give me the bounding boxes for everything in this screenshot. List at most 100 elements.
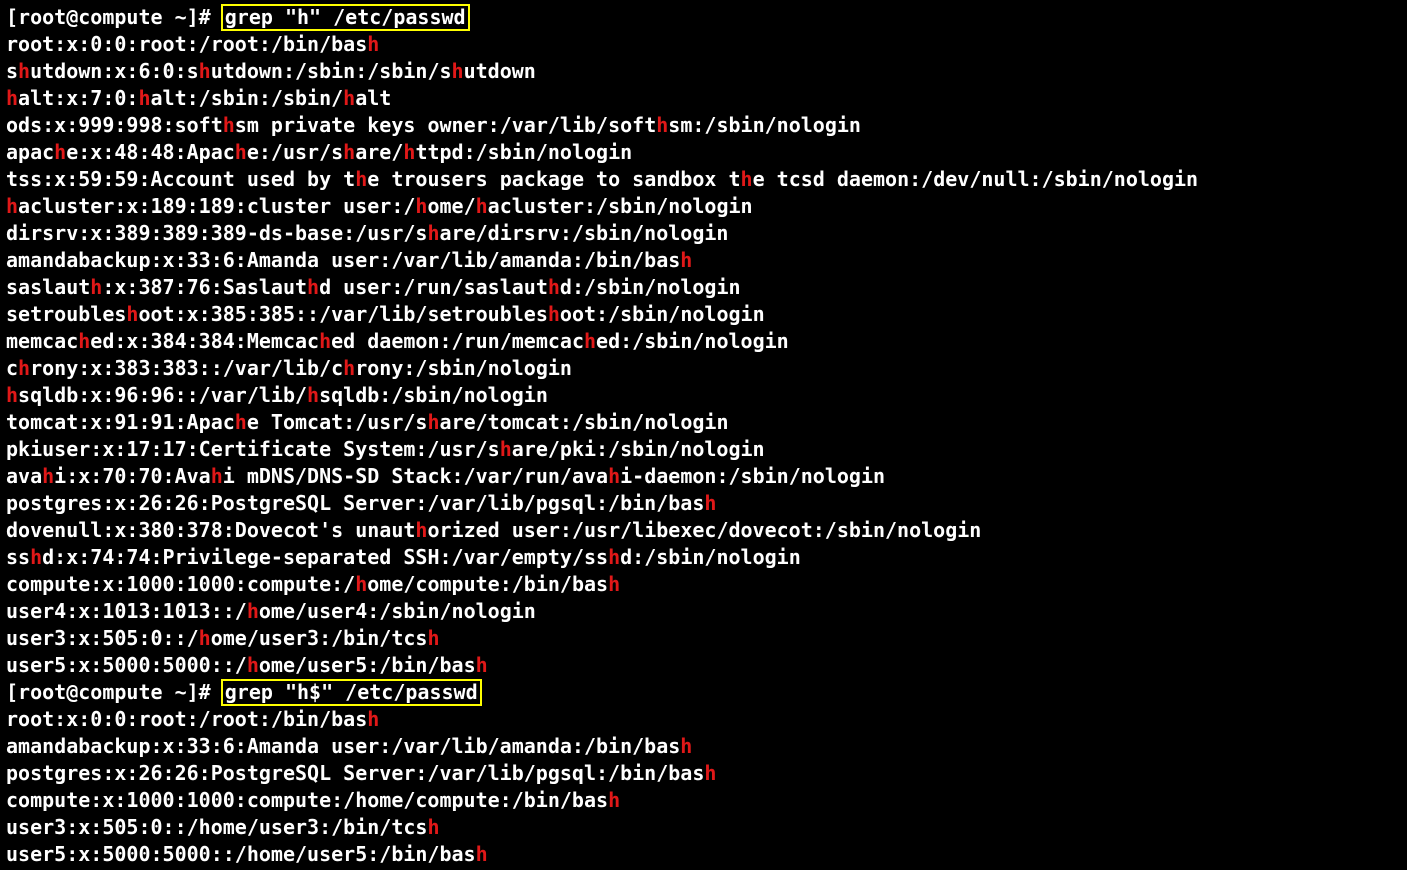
output-line: apache:x:48:48:Apache:/usr/share/httpd:/… xyxy=(6,139,1401,166)
output-text: d:/sbin/nologin xyxy=(620,545,801,569)
output-line: user4:x:1013:1013::/home/user4:/sbin/nol… xyxy=(6,598,1401,625)
grep-match: h xyxy=(608,788,620,812)
output-text: ods:x:999:998:soft xyxy=(6,113,223,137)
output-text: are/tomcat:/sbin/nologin xyxy=(440,410,729,434)
output-text: memcac xyxy=(6,329,78,353)
grep-match: h xyxy=(343,140,355,164)
grep-match: h xyxy=(476,653,488,677)
output-text: ed:x:384:384:Memcac xyxy=(90,329,319,353)
output-text: root:x:0:0:root:/root:/bin/bas xyxy=(6,32,367,56)
output-text: tss:x:59:59:Account used by t xyxy=(6,167,355,191)
output-text: alt:/sbin:/sbin/ xyxy=(151,86,344,110)
output-text: utdown:x:6:0:s xyxy=(30,59,199,83)
grep-match: h xyxy=(548,302,560,326)
output-text: alt xyxy=(355,86,391,110)
grep-match: h xyxy=(427,221,439,245)
grep-match: h xyxy=(741,167,753,191)
output-text: amandabackup:x:33:6:Amanda user:/var/lib… xyxy=(6,248,680,272)
output-line: amandabackup:x:33:6:Amanda user:/var/lib… xyxy=(6,733,1401,760)
grep-match: h xyxy=(500,437,512,461)
grep-match: h xyxy=(427,626,439,650)
output-text: orized user:/usr/libexec/dovecot:/sbin/n… xyxy=(427,518,981,542)
grep-match: h xyxy=(343,86,355,110)
output-text: user5:x:5000:5000::/home/user5:/bin/bas xyxy=(6,842,476,866)
output-text: ome/user4:/sbin/nologin xyxy=(259,599,536,623)
output-text: postgres:x:26:26:PostgreSQL Server:/var/… xyxy=(6,491,704,515)
output-text: oot:x:385:385::/var/lib/setroubles xyxy=(138,302,547,326)
output-text: setroubles xyxy=(6,302,126,326)
output-text: s xyxy=(6,59,18,83)
output-text: e:x:48:48:Apac xyxy=(66,140,235,164)
output-text: c xyxy=(6,356,18,380)
grep-match: h xyxy=(403,140,415,164)
grep-match: h xyxy=(608,464,620,488)
grep-match: h xyxy=(6,194,18,218)
output-text: i mDNS/DNS-SD Stack:/var/run/ava xyxy=(223,464,608,488)
grep-match: h xyxy=(247,653,259,677)
output-line: dovenull:x:380:378:Dovecot's unauthorize… xyxy=(6,517,1401,544)
output-line: chrony:x:383:383::/var/lib/chrony:/sbin/… xyxy=(6,355,1401,382)
grep-match: h xyxy=(307,275,319,299)
output-line: root:x:0:0:root:/root:/bin/bash xyxy=(6,31,1401,58)
output-line: user5:x:5000:5000::/home/user5:/bin/bash xyxy=(6,652,1401,679)
output-text: alt:x:7:0: xyxy=(18,86,138,110)
prompt-line: [root@compute ~]# grep "h$" /etc/passwd xyxy=(6,679,1401,706)
grep-match: h xyxy=(427,815,439,839)
output-text: sm private keys owner:/var/lib/soft xyxy=(235,113,656,137)
grep-match: h xyxy=(427,410,439,434)
grep-match: h xyxy=(78,329,90,353)
grep-match: h xyxy=(319,329,331,353)
grep-match: h xyxy=(584,329,596,353)
output-text: are/dirsrv:/sbin/nologin xyxy=(439,221,728,245)
output-text: rony:/sbin/nologin xyxy=(355,356,572,380)
output-line: postgres:x:26:26:PostgreSQL Server:/var/… xyxy=(6,760,1401,787)
output-text: ome/user3:/bin/tcs xyxy=(211,626,428,650)
output-text: d:x:74:74:Privilege-separated SSH:/var/e… xyxy=(42,545,608,569)
grep-match: h xyxy=(704,761,716,785)
command-text: grep "h$" /etc/passwd xyxy=(225,680,478,704)
output-text: ed daemon:/run/memcac xyxy=(331,329,584,353)
output-text: root:x:0:0:root:/root:/bin/bas xyxy=(6,707,367,731)
output-text: :x:387:76:Saslaut xyxy=(102,275,307,299)
output-text: ome/ xyxy=(427,194,475,218)
output-line: compute:x:1000:1000:compute:/home/comput… xyxy=(6,571,1401,598)
output-text: i-daemon:/sbin/nologin xyxy=(620,464,885,488)
grep-match: h xyxy=(199,59,211,83)
output-text: are/pki:/sbin/nologin xyxy=(512,437,765,461)
output-line: hsqldb:x:96:96::/var/lib/hsqldb:/sbin/no… xyxy=(6,382,1401,409)
output-text: compute:x:1000:1000:compute:/home/comput… xyxy=(6,788,608,812)
grep-match: h xyxy=(90,275,102,299)
output-text: pkiuser:x:17:17:Certificate System:/usr/… xyxy=(6,437,500,461)
output-line: setroubles hoot:x:385:385::/var/lib/setro… xyxy=(6,301,1401,328)
terminal-output[interactable]: [root@compute ~]# grep "h" /etc/passwdro… xyxy=(0,0,1407,870)
output-text: ttpd:/sbin/nologin xyxy=(415,140,632,164)
command-highlight-box: grep "h" /etc/passwd xyxy=(221,4,470,31)
output-text: dovenull:x:380:378:Dovecot's unaut xyxy=(6,518,415,542)
output-text: ava xyxy=(6,464,42,488)
grep-match: h xyxy=(30,545,42,569)
output-line: pkiuser:x:17:17:Certificate System:/usr/… xyxy=(6,436,1401,463)
output-text: ss xyxy=(6,545,30,569)
output-text: user4:x:1013:1013::/ xyxy=(6,599,247,623)
grep-match: h xyxy=(680,734,692,758)
grep-match: h xyxy=(415,518,427,542)
output-line: compute:x:1000:1000:compute:/home/comput… xyxy=(6,787,1401,814)
output-text: ed:/sbin/nologin xyxy=(596,329,789,353)
grep-match: h xyxy=(18,356,30,380)
grep-match: h xyxy=(235,410,247,434)
output-text: user5:x:5000:5000::/ xyxy=(6,653,247,677)
output-line: saslauth:x:387:76:Saslauthd user:/run/sa… xyxy=(6,274,1401,301)
output-text: acluster:x:189:189:cluster user:/ xyxy=(18,194,415,218)
grep-match: h xyxy=(476,842,488,866)
output-text: sqldb:x:96:96::/var/lib/ xyxy=(18,383,307,407)
output-text: dirsrv:x:389:389:389-ds-base:/usr/s xyxy=(6,221,427,245)
output-text: e Tomcat:/usr/s xyxy=(247,410,428,434)
output-line: halt:x:7:0:halt:/sbin:/sbin/halt xyxy=(6,85,1401,112)
output-text: ome/compute:/bin/bas xyxy=(367,572,608,596)
grep-match: h xyxy=(656,113,668,137)
output-line: dirsrv:x:389:389:389-ds-base:/usr/share/… xyxy=(6,220,1401,247)
grep-match: h xyxy=(452,59,464,83)
output-text: user3:x:505:0::/home/user3:/bin/tcs xyxy=(6,815,427,839)
grep-match: h xyxy=(704,491,716,515)
output-text: are/ xyxy=(355,140,403,164)
